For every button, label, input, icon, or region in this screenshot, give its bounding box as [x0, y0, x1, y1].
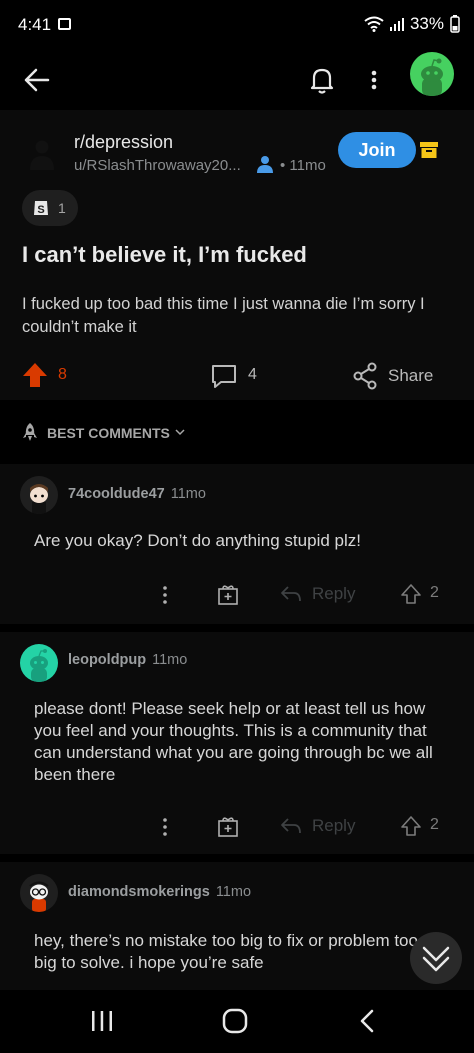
status-indicators: 33%	[364, 14, 460, 34]
comment-score: 2	[430, 584, 439, 601]
reply-icon[interactable]	[280, 816, 302, 836]
sort-label: BEST COMMENTS	[47, 425, 170, 441]
snoo-avatar-icon	[29, 881, 49, 912]
share-button[interactable]: Share	[388, 366, 433, 386]
comment-author-row[interactable]: leopoldpup 11mo	[68, 652, 187, 668]
arrow-left-icon	[24, 68, 50, 92]
more-options-button[interactable]	[362, 60, 386, 100]
gallery-notification-icon	[58, 18, 71, 30]
archive-box-icon	[420, 142, 438, 158]
snoo-avatar-icon	[30, 484, 48, 514]
system-navigation-bar	[0, 990, 474, 1053]
notifications-button[interactable]	[304, 60, 340, 100]
bell-icon	[310, 68, 334, 94]
commenter-avatar[interactable]	[20, 476, 58, 514]
upvote-icon[interactable]	[400, 583, 422, 605]
comment-author[interactable]: leopoldpup	[68, 652, 146, 668]
commenter-avatar[interactable]	[20, 874, 58, 912]
back-button[interactable]	[18, 60, 58, 100]
post-card: r/depression u/RSlashThrowaway20... • 11…	[0, 110, 474, 400]
status-time: 4:41	[18, 15, 52, 34]
battery-level: 33%	[409, 14, 444, 33]
comment-author-row[interactable]: 74cooldude47 11mo	[68, 486, 206, 502]
status-bar: 4:41 33%	[0, 0, 474, 50]
comment-age: 11mo	[170, 486, 206, 502]
more-vertical-icon[interactable]	[160, 584, 170, 606]
comment-age: 11mo	[215, 884, 252, 900]
more-vertical-icon[interactable]	[160, 816, 170, 838]
share-icon[interactable]	[352, 362, 378, 390]
battery-icon	[450, 15, 460, 33]
comment-actions: Reply 2	[0, 812, 474, 842]
comment-icon[interactable]	[210, 362, 238, 390]
subreddit-icon[interactable]	[24, 136, 60, 172]
comment-author-row[interactable]: diamondsmokerings 11mo	[68, 884, 251, 900]
comment-card: diamondsmokerings 11mo hey, there’s no mi…	[0, 862, 474, 992]
gift-icon[interactable]	[217, 583, 239, 605]
comment-score: 2	[430, 816, 439, 833]
rocket-icon	[23, 423, 37, 441]
comment-actions: Reply 2	[0, 580, 474, 610]
comment-sort-bar[interactable]: BEST COMMENTS	[0, 400, 474, 462]
wifi-icon	[364, 16, 384, 32]
post-title: I can’t believe it, I’m fucked	[22, 242, 307, 267]
award-count: 1	[58, 200, 66, 216]
snoo-avatar-icon	[30, 649, 48, 682]
subreddit-name[interactable]: r/depression	[74, 132, 173, 153]
comment-text: Are you okay? Don’t do anything stupid p…	[34, 531, 361, 550]
reply-button[interactable]: Reply	[312, 584, 355, 604]
upvote-icon[interactable]	[400, 815, 422, 837]
comment-card: leopoldpup 11mo please dont! Please seek …	[0, 632, 474, 854]
post-author[interactable]: u/RSlashThrowaway20...	[74, 157, 250, 174]
top-app-bar	[0, 50, 474, 110]
award-icon: S	[34, 201, 48, 216]
comment-age: 11mo	[152, 652, 188, 668]
reply-icon[interactable]	[280, 584, 302, 604]
comment-count: 4	[248, 366, 257, 383]
gift-icon[interactable]	[217, 815, 239, 837]
award-badge[interactable]: S 1	[22, 190, 78, 226]
comment-card: 74cooldude47 11mo Are you okay? Don’t do …	[0, 464, 474, 624]
vote-count: 8	[58, 366, 67, 383]
post-body: I fucked up too bad this time I just wan…	[22, 295, 425, 336]
comment-text: please dont! Please seek help or at leas…	[34, 699, 433, 784]
signal-icon	[389, 18, 404, 31]
comment-text: hey, there’s no mistake too big to fix o…	[34, 931, 418, 972]
collapse-comments-button[interactable]	[410, 932, 462, 984]
nav-back-icon[interactable]	[358, 1008, 376, 1034]
home-icon[interactable]	[222, 1008, 248, 1034]
recent-apps-icon[interactable]	[90, 1010, 114, 1032]
double-chevron-down-icon	[422, 946, 450, 972]
snoo-avatar-icon	[421, 58, 443, 96]
upvote-icon[interactable]	[22, 362, 48, 388]
svg-text:S: S	[37, 204, 44, 216]
user-icon	[257, 156, 273, 173]
chevron-down-icon	[175, 429, 185, 436]
reply-button[interactable]: Reply	[312, 816, 355, 836]
join-button[interactable]: Join	[338, 132, 416, 168]
post-age: • 11mo	[280, 157, 326, 174]
comment-author[interactable]: 74cooldude47	[68, 486, 165, 502]
post-actions: 8 4 Share	[0, 360, 474, 392]
user-avatar-button[interactable]	[410, 52, 454, 96]
comment-author[interactable]: diamondsmokerings	[68, 884, 210, 900]
commenter-avatar[interactable]	[20, 644, 58, 682]
more-vertical-icon	[371, 70, 377, 90]
